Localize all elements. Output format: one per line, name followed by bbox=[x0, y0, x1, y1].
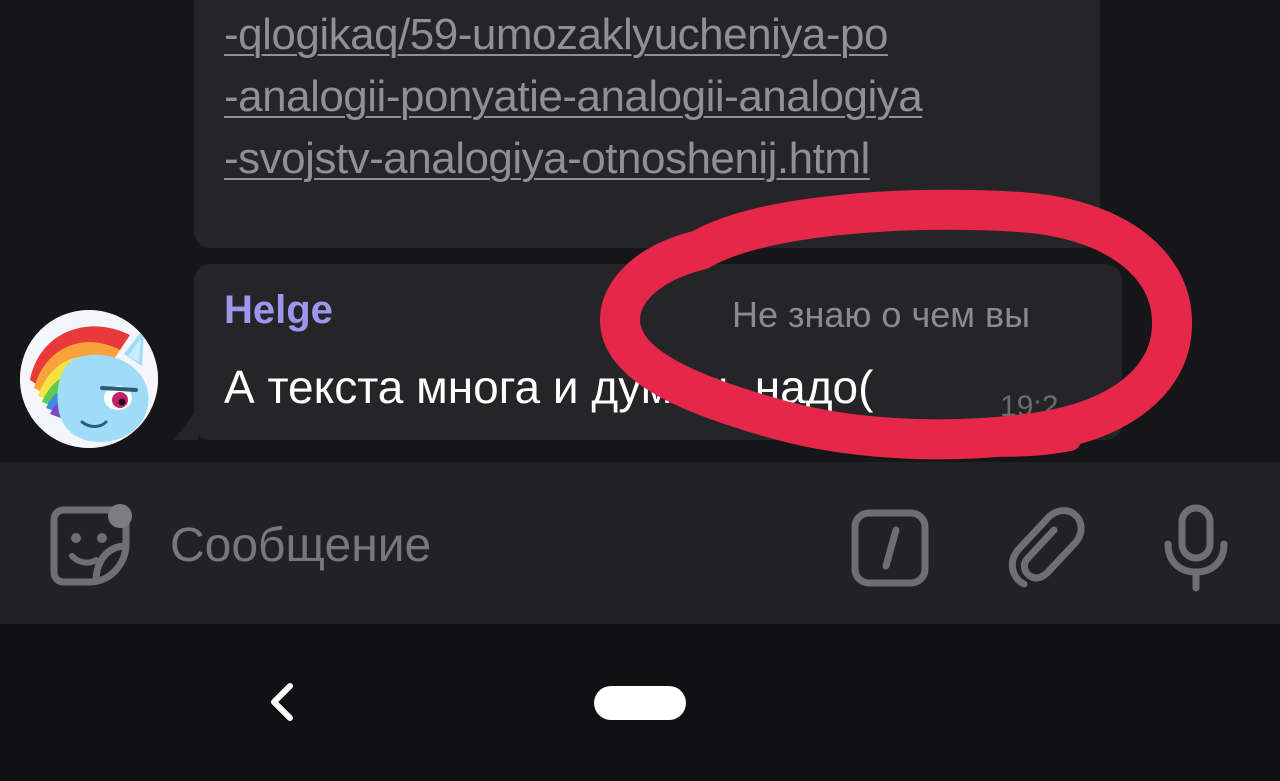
nav-back-button[interactable] bbox=[262, 680, 306, 724]
sticker-icon bbox=[50, 504, 132, 586]
attach-button[interactable] bbox=[1008, 506, 1088, 590]
system-navigation-bar bbox=[0, 624, 1280, 781]
chat-history[interactable]: -qlogikaq/59-umozaklyucheniya-po -analog… bbox=[0, 0, 1280, 462]
message-input-bar bbox=[0, 462, 1280, 624]
bot-commands-button[interactable] bbox=[850, 508, 930, 588]
link-line[interactable]: -analogii-ponyatie-analogii-analogiya bbox=[224, 66, 1084, 128]
voice-message-button[interactable] bbox=[1160, 504, 1232, 594]
message-input[interactable] bbox=[170, 510, 810, 580]
reply-preview[interactable]: Не знаю о чем вы bbox=[732, 294, 1030, 336]
sender-avatar[interactable] bbox=[20, 310, 158, 448]
message-time: 19:2 bbox=[1000, 390, 1059, 423]
message-text: А текста многа и думать надо( bbox=[224, 361, 874, 413]
nav-home-pill[interactable] bbox=[594, 686, 686, 720]
bot-command-icon bbox=[851, 509, 929, 587]
sticker-button[interactable] bbox=[50, 504, 136, 590]
pony-avatar-icon bbox=[20, 310, 158, 448]
microphone-icon bbox=[1164, 504, 1228, 592]
sender-name[interactable]: Helge bbox=[224, 288, 333, 333]
back-icon bbox=[271, 683, 293, 721]
telegram-chat-screen: -qlogikaq/59-umozaklyucheniya-po -analog… bbox=[0, 0, 1280, 781]
message-time: 1:21 bbox=[1000, 195, 1059, 228]
link-line[interactable]: -qlogikaq/59-umozaklyucheniya-po bbox=[224, 4, 1084, 66]
message-link[interactable]: -qlogikaq/59-umozaklyucheniya-po -analog… bbox=[224, 4, 1084, 190]
link-line[interactable]: -svojstv-analogiya-otnoshenij.html bbox=[224, 128, 1084, 190]
paperclip-icon bbox=[1008, 507, 1085, 588]
